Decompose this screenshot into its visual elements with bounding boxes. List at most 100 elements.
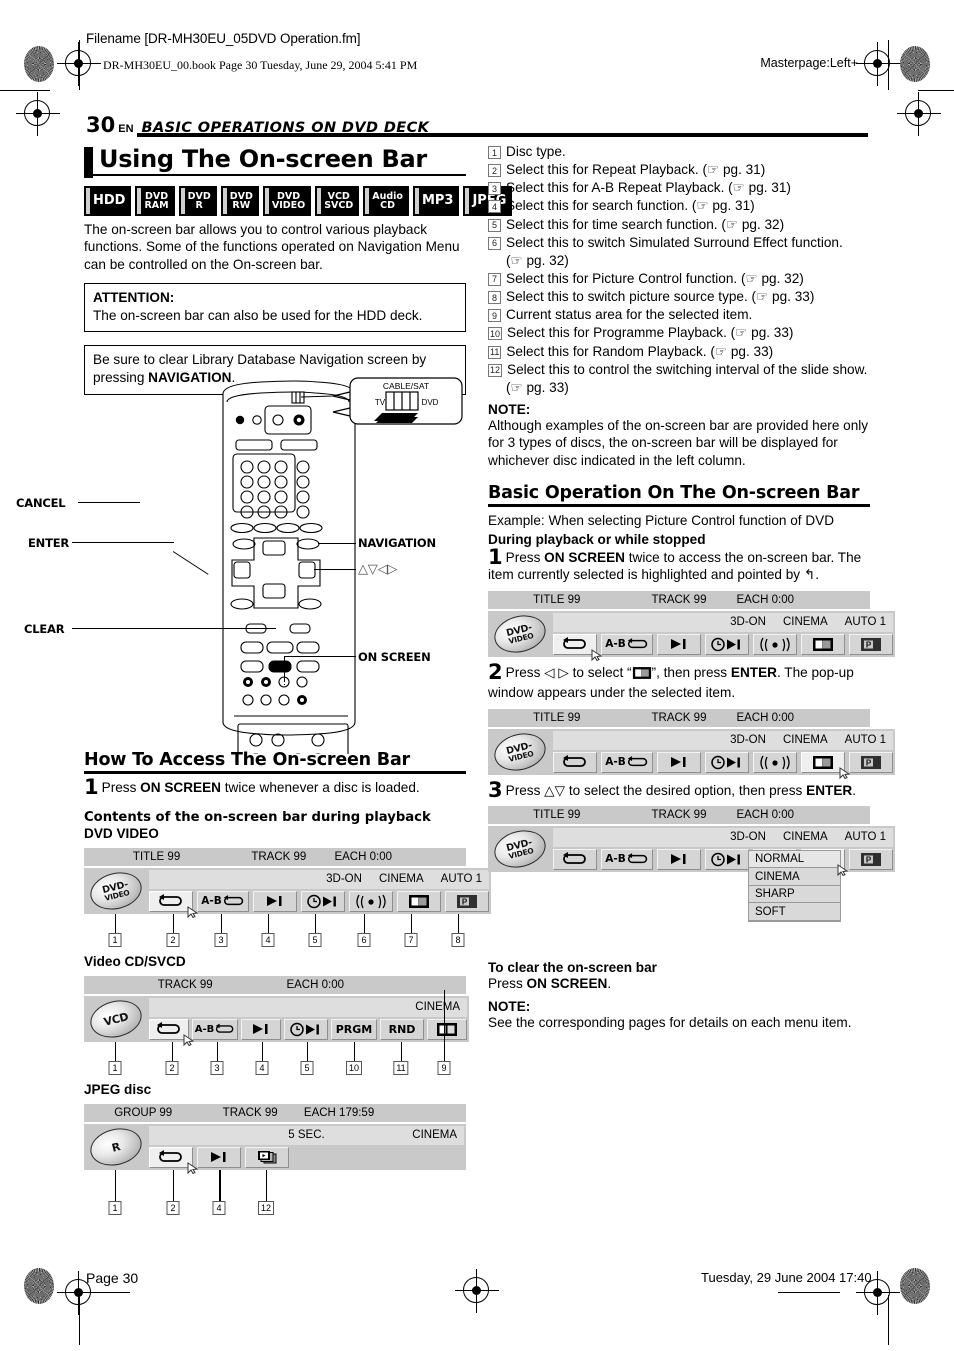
contents-heading: Contents of the on-screen bar during pla… — [84, 809, 431, 825]
ab-repeat-icon[interactable]: A-B — [601, 633, 653, 655]
time-search-icon[interactable] — [705, 633, 749, 655]
ab-repeat-icon[interactable]: A-B — [197, 890, 249, 912]
callout-2: 2 — [166, 932, 180, 947]
callout-11: 11 — [393, 1060, 409, 1075]
repeat-icon[interactable] — [149, 1146, 198, 1174]
surround-effect-icon[interactable] — [753, 633, 797, 655]
vcd-svcd-badge: VCD SVCD — [315, 185, 360, 216]
ab-repeat-icon[interactable]: A-B — [601, 848, 653, 870]
step-number-2: 2 — [488, 659, 503, 684]
how-to-step-1: 1 Press ON SCREEN twice whenever a disc i… — [84, 776, 466, 797]
ab-label-vcd: A-B — [194, 1023, 215, 1035]
repeat-icon[interactable] — [553, 848, 597, 870]
list-item: 4 Select this for search function. (☞ pg.… — [488, 197, 870, 215]
search-icon[interactable] — [241, 1018, 281, 1040]
prgm-label: PRGM — [335, 1022, 373, 1036]
leader-clear — [72, 628, 276, 630]
repeat-icon[interactable] — [149, 1018, 194, 1046]
popup-option-normal[interactable]: NORMAL — [749, 850, 840, 869]
osb-step2-title: TITLE 99 — [533, 711, 581, 724]
osb-jpeg-body: R 5 SEC. CINEMA — [84, 1123, 466, 1174]
search-icon[interactable] — [657, 751, 701, 773]
search-icon[interactable] — [657, 633, 701, 655]
osb-step1-right: 3D-ON CINEMA AUTO 1 A-B P — [551, 610, 895, 661]
callout-9: 9 — [437, 1060, 451, 1075]
osb-jpeg-group: GROUP 99 — [114, 1106, 173, 1119]
callout-2: 2 — [166, 1200, 180, 1215]
osb-jpeg-icons — [149, 1146, 464, 1174]
basic-step-1: 1 Press ON SCREEN twice to access the on-… — [488, 547, 870, 584]
osb-vcd-top: TRACK 99 EACH 0:00 — [84, 975, 466, 994]
search-icon[interactable] — [657, 848, 701, 870]
osb-step3: TITLE 99 TRACK 99 EACH 0:00 DVD- VIDEO 3… — [488, 805, 895, 922]
callout-5: 5 — [300, 1060, 314, 1075]
source-type-icon[interactable]: P — [849, 633, 893, 655]
popup-option-sharp[interactable]: SHARP — [749, 885, 840, 904]
time-search-icon[interactable] — [284, 1018, 328, 1040]
running-head-rule — [137, 133, 868, 137]
source-type-icon[interactable]: P — [445, 890, 489, 912]
popup-option-soft[interactable]: SOFT — [749, 903, 840, 921]
disc-icon-dvd-video: DVD- VIDEO — [488, 825, 551, 873]
legend-continuation: (☞ pg. 33) — [506, 379, 569, 395]
callout-5: 5 — [308, 932, 322, 947]
page-number: 30 — [86, 113, 116, 137]
status-vcd-picture: CINEMA — [415, 1001, 460, 1014]
picture-control-icon[interactable] — [801, 751, 850, 779]
footer-rule-left — [84, 1292, 130, 1294]
step1-key: ON SCREEN — [544, 550, 625, 566]
repeat-icon[interactable] — [553, 751, 597, 773]
time-search-icon[interactable] — [705, 848, 749, 870]
search-icon[interactable] — [253, 890, 297, 912]
osb-dvd-each: EACH 0:00 — [334, 850, 392, 863]
osb-dvd-video-status: 3D-ON CINEMA AUTO 1 — [149, 869, 489, 889]
popup-option-cinema[interactable]: CINEMA — [749, 868, 840, 886]
cable-sat-label: CABLE/SAT — [383, 381, 429, 391]
leader-enter — [72, 542, 174, 544]
osb-dvd-video-icons: A-B P — [149, 890, 489, 918]
registration-noise-mark-topleft — [24, 46, 54, 82]
picture-control-popup-menu[interactable]: NORMAL CINEMA SHARP SOFT — [748, 849, 848, 922]
svg-text:P: P — [462, 897, 468, 906]
attention-text: The on-screen bar can also be used for t… — [93, 307, 423, 323]
random-playback-icon[interactable]: RND — [380, 1018, 424, 1040]
step-number-1: 1 — [84, 774, 99, 799]
repeat-icon[interactable] — [149, 890, 198, 918]
filename-header: Filename [DR-MH30EU_05DVD Operation.fm] — [86, 31, 361, 46]
svg-text:P: P — [866, 758, 872, 767]
basic-operation-rule — [488, 504, 870, 507]
ab-repeat-icon[interactable]: A-B — [192, 1018, 238, 1040]
osb-vcd-status: CINEMA — [149, 997, 467, 1017]
surround-effect-icon[interactable] — [753, 751, 797, 773]
source-type-icon[interactable]: P — [849, 751, 893, 773]
clear-bar-text: Press ON SCREEN. — [488, 975, 870, 992]
time-search-icon[interactable] — [705, 751, 749, 773]
status-area-icon[interactable] — [427, 1018, 467, 1040]
trim-line-top-right — [918, 90, 954, 91]
time-search-icon[interactable] — [301, 890, 345, 912]
osb-step1-body: DVD- VIDEO 3D-ON CINEMA AUTO 1 A-B P — [488, 610, 895, 661]
surround-effect-icon[interactable] — [349, 890, 393, 912]
basic-step-2: 2 Press ◁ ▷ to select “ ”, then press ENTE… — [488, 661, 870, 702]
status-3d: 3D-ON — [730, 616, 766, 629]
slide-show-icon[interactable] — [245, 1146, 289, 1168]
osb-dvd-video: TITLE 99 TRACK 99 EACH 0:00 DVD- VIDEO 3… — [84, 847, 491, 950]
legend-text: Select this for time search function. (☞… — [506, 216, 785, 232]
osb-vcd-each: EACH 0:00 — [286, 978, 344, 991]
osb-dvd-video-callouts: 1 2 3 4 5 6 7 8 — [84, 913, 466, 950]
search-icon[interactable] — [197, 1146, 241, 1168]
legend-text: Current status area for the selected ite… — [506, 307, 753, 323]
ab-repeat-icon[interactable]: A-B — [601, 751, 653, 773]
legend-number: 1 — [488, 146, 501, 159]
registration-mark-midright — [897, 92, 941, 136]
picture-control-icon[interactable] — [397, 890, 441, 912]
mp3-badge: MP3 — [412, 185, 460, 216]
programme-playback-icon[interactable]: PRGM — [331, 1018, 377, 1040]
callout-1: 1 — [108, 932, 122, 947]
picture-control-icon[interactable] — [801, 633, 845, 655]
osb-step1-icons: A-B P — [553, 633, 893, 661]
svg-text:P: P — [866, 640, 872, 649]
source-type-icon[interactable]: P — [849, 848, 893, 870]
repeat-icon[interactable] — [553, 633, 602, 661]
how-to-access-title: How To Access The On-screen Bar — [84, 750, 410, 770]
